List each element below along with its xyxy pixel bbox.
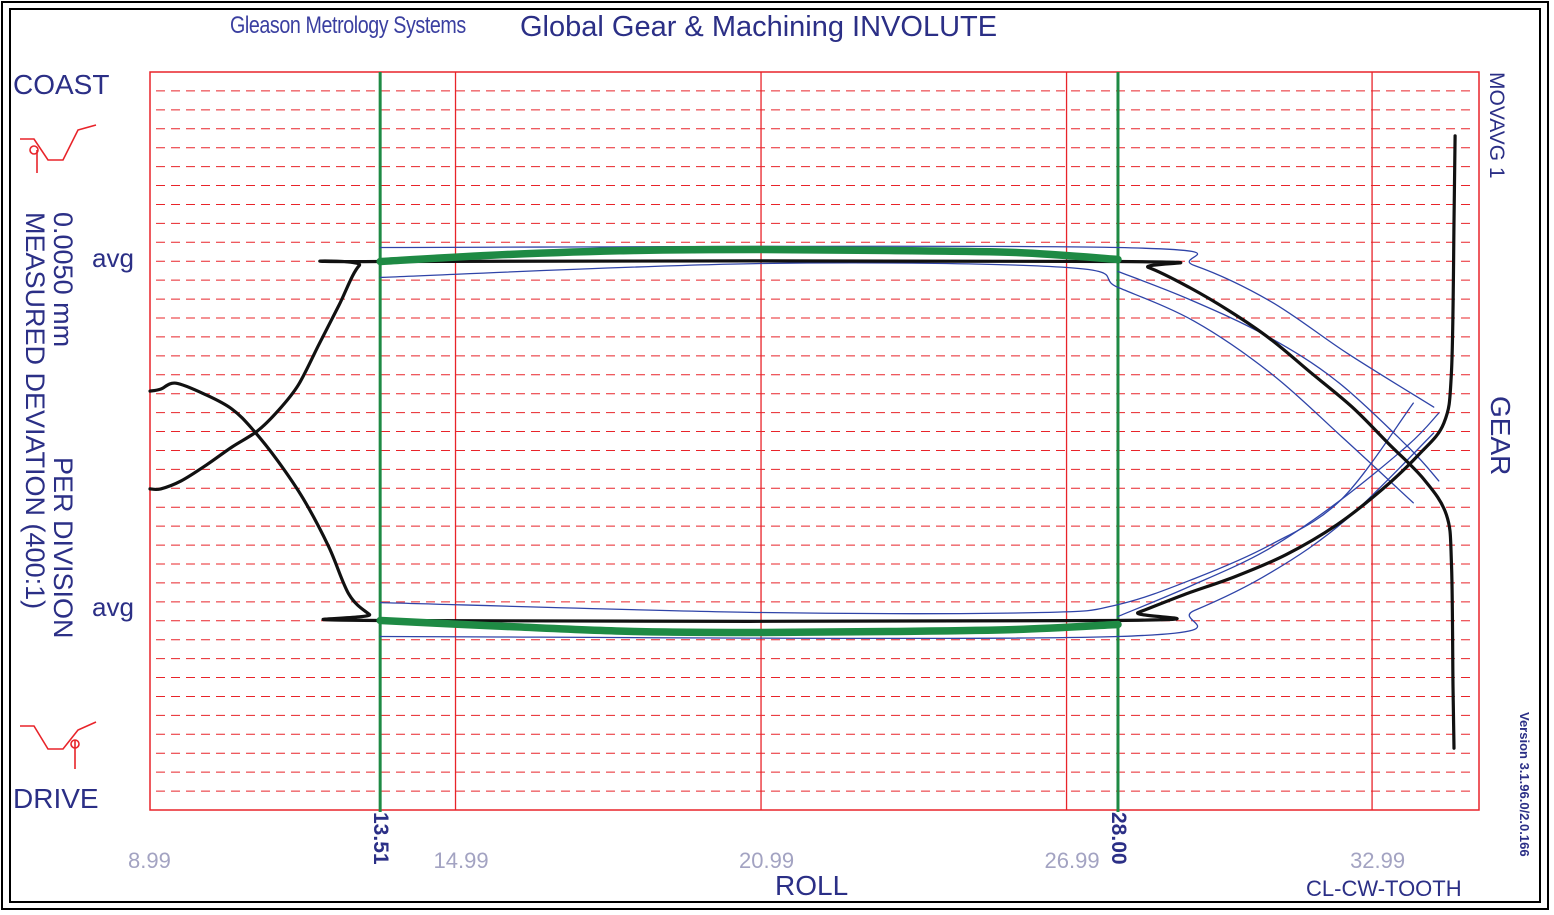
x-tick-label: 26.99 — [1044, 848, 1100, 873]
gear-label: GEAR — [1485, 396, 1516, 476]
version-label: Version 3.1.96.0/2.0.166 — [1517, 712, 1532, 857]
coast-tooth-icon — [20, 124, 97, 173]
x-tick-label: 14.99 — [433, 848, 489, 873]
series-tolerance-coast-inner — [1117, 270, 1440, 482]
scale-value: 0.0050 mm — [48, 212, 78, 348]
evaluation-marker-label: 28.00 — [1106, 812, 1130, 865]
tooth-label: CL-CW-TOOTH — [1306, 876, 1462, 901]
evaluation-marker-label: 13.51 — [369, 812, 393, 865]
series-tolerance-drive-upper — [379, 402, 1414, 615]
drive-label: DRIVE — [13, 783, 99, 814]
scale-annotation: 0.0050 mm MEASURED DEVIATION (400:1) PER… — [16, 212, 78, 682]
avg-label-bottom: avg — [92, 592, 134, 622]
x-tick-label: 32.99 — [1350, 848, 1406, 873]
movavg-label: MOVAVG 1 — [1485, 72, 1508, 179]
avg-label-top: avg — [92, 243, 134, 273]
drive-tooth-icon — [20, 721, 97, 769]
x-axis-label: ROLL — [775, 870, 849, 901]
x-tick-label: 8.99 — [128, 848, 171, 873]
chart-title: Global Gear & Machining INVOLUTE — [520, 11, 998, 43]
brand-logo: Gleason Metrology Systems — [230, 12, 466, 39]
series-measured-coast — [148, 259, 1456, 750]
involute-chart — [20, 71, 1480, 812]
coast-label: COAST — [13, 69, 110, 100]
series-measured-drive — [148, 134, 1457, 623]
measured-deviation-label: MEASURED DEVIATION (400:1) — [20, 212, 50, 610]
plot-border — [149, 71, 1480, 811]
per-division-label: PER DIVISION — [48, 457, 78, 639]
